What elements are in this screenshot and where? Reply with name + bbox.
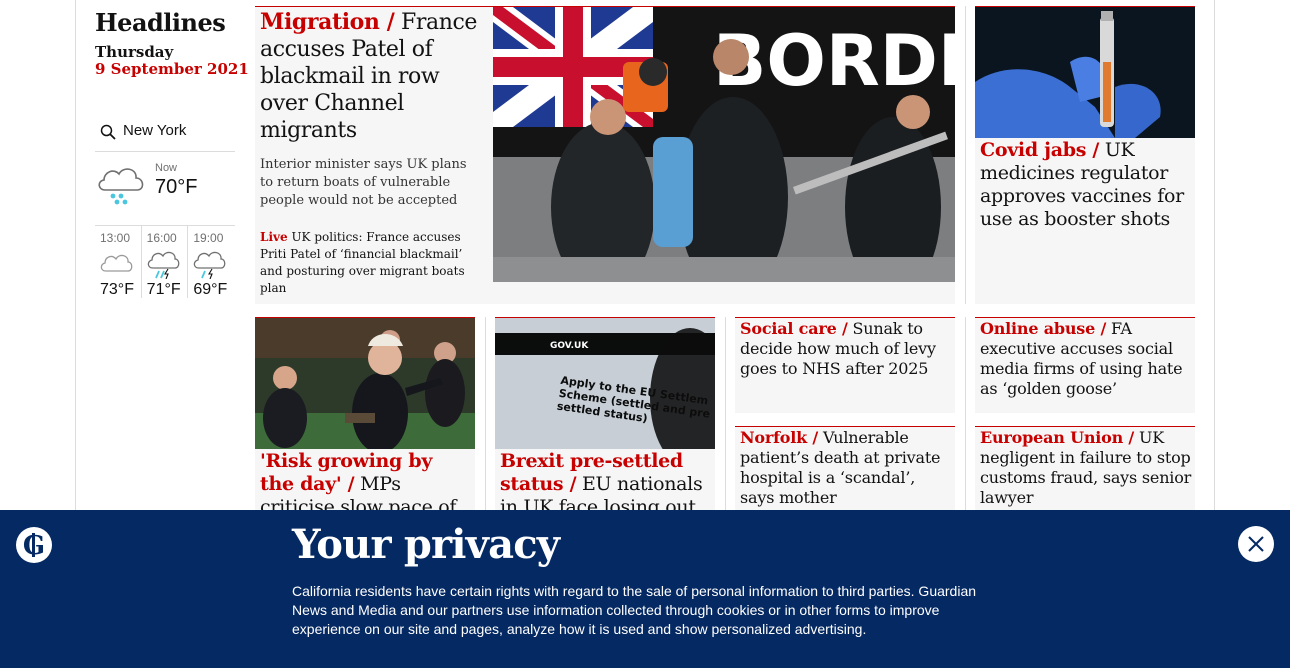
live-text: UK politics: France accuses Priti Patel … — [260, 230, 465, 295]
main-story-kicker: Migration / — [260, 9, 395, 35]
forecast-item: 19:00 69°F — [188, 226, 235, 298]
privacy-title: Your privacy — [292, 521, 560, 568]
headlines-day: Thursday — [95, 43, 174, 61]
forecast-time: 19:00 — [193, 231, 224, 245]
weather-now-temp: 70°F — [155, 176, 198, 198]
column-divider — [725, 317, 726, 517]
search-icon — [100, 124, 116, 140]
privacy-text: California residents have certain rights… — [292, 583, 977, 637]
main-story-image[interactable]: BORDE — [493, 7, 955, 282]
covid-story-headline[interactable]: Covid jabs / UK medicines regulator appr… — [980, 139, 1190, 231]
main-story-live-link[interactable]: Live UK politics: France accuses Priti P… — [260, 229, 480, 297]
story-headline-eu[interactable]: European Union / UK negligent in failure… — [980, 428, 1192, 508]
story-card-eu[interactable]: European Union / UK negligent in failure… — [975, 426, 1195, 518]
story-headline-norfolk[interactable]: Norfolk / Vulnerable patient’s death at … — [740, 428, 952, 508]
weather-location-search[interactable]: New York — [95, 118, 235, 152]
cloud-icon — [100, 254, 133, 272]
snow-cloud-icon — [98, 168, 144, 205]
weather-now: Now 70°F — [95, 160, 235, 220]
story-headline-online-abuse[interactable]: Online abuse / FA executive accuses soci… — [980, 319, 1192, 399]
column-divider — [965, 6, 966, 304]
privacy-banner: G Your privacy California residents have… — [0, 510, 1290, 668]
story-kicker-online-abuse: Online abuse / — [980, 319, 1107, 338]
story-kicker-risk: 'Risk growing by the day' / — [260, 450, 433, 495]
govuk-brand: GOV.UK — [550, 341, 589, 351]
rain-cloud-icon — [147, 251, 180, 279]
govuk-photo: GOV.UK Apply to the EU Settlem Scheme (s… — [495, 318, 715, 449]
forecast-temp: 71°F — [146, 281, 181, 298]
column-divider — [485, 317, 486, 517]
story-card-brexit[interactable]: GOV.UK Apply to the EU Settlem Scheme (s… — [495, 317, 715, 519]
commons-photo — [255, 318, 475, 449]
rain-cloud-icon — [194, 251, 226, 279]
story-kicker-norfolk: Norfolk / — [740, 428, 819, 447]
weather-forecast: 13:00 73°F 16:00 71°F 19:00 69°F — [95, 225, 235, 298]
covid-story-image[interactable] — [975, 7, 1195, 138]
headlines-title: Headlines — [95, 8, 226, 37]
main-story-headline[interactable]: Migration / France accuses Patel of blac… — [260, 9, 480, 144]
weather-location: New York — [123, 122, 187, 139]
forecast-item: 13:00 73°F — [95, 226, 142, 298]
border-force-photo: BORDE — [493, 7, 955, 282]
covid-story-kicker: Covid jabs / — [980, 139, 1100, 161]
forecast-time: 16:00 — [146, 231, 177, 245]
guardian-logo-icon[interactable]: G — [16, 527, 52, 563]
story-kicker-social-care: Social care / — [740, 319, 848, 338]
forecast-temp: 73°F — [100, 281, 134, 298]
forecast-item: 16:00 71°F — [142, 226, 189, 298]
column-divider — [965, 317, 966, 517]
story-headline-brexit[interactable]: Brexit pre-settled status / EU nationals… — [500, 450, 712, 519]
close-button[interactable] — [1238, 526, 1274, 562]
live-label: Live — [260, 230, 288, 244]
border-sign-text: BORDE — [713, 20, 955, 102]
main-story-standfirst: Interior minister says UK plans to retur… — [260, 157, 467, 208]
vaccine-photo — [975, 7, 1195, 138]
forecast-time: 13:00 — [100, 231, 131, 245]
headlines-date: 9 September 2021 — [95, 60, 249, 78]
weather-now-label: Now — [155, 162, 178, 174]
covid-story-card[interactable]: Covid jabs / UK medicines regulator appr… — [975, 6, 1195, 304]
story-image-pmqs[interactable] — [255, 318, 475, 449]
story-image-govuk[interactable]: GOV.UK Apply to the EU Settlem Scheme (s… — [495, 318, 715, 449]
story-card-risk[interactable]: 'Risk growing by the day' / MPs criticis… — [255, 317, 475, 541]
story-kicker-eu: European Union / — [980, 428, 1135, 447]
story-card-norfolk[interactable]: Norfolk / Vulnerable patient’s death at … — [735, 426, 955, 518]
forecast-temp: 69°F — [193, 281, 228, 298]
story-headline-social-care[interactable]: Social care / Sunak to decide how much o… — [740, 319, 952, 379]
close-icon — [1248, 536, 1264, 552]
story-card-online-abuse[interactable]: Online abuse / FA executive accuses soci… — [975, 317, 1195, 413]
story-card-social-care[interactable]: Social care / Sunak to decide how much o… — [735, 317, 955, 413]
